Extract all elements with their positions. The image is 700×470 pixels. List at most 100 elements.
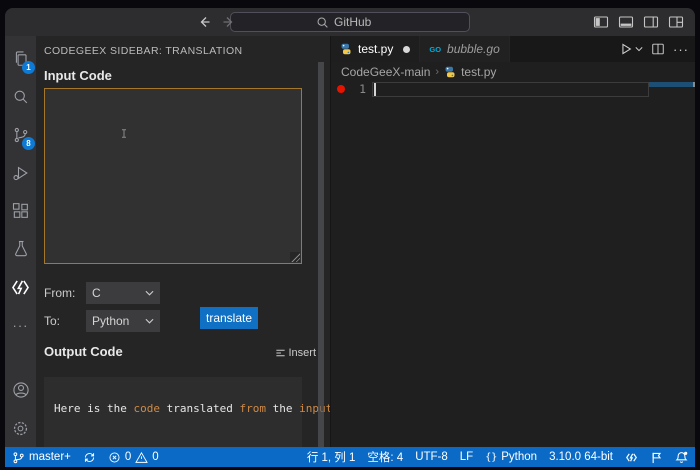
output-token: the	[265, 402, 300, 415]
to-value: Python	[92, 314, 130, 328]
insert-icon	[275, 348, 286, 359]
command-center-search[interactable]	[230, 12, 470, 32]
input-code-label: Input Code	[44, 68, 112, 83]
codegeex-status[interactable]	[625, 451, 638, 464]
translate-button[interactable]: translate	[200, 307, 258, 329]
vscode-window: 1 8	[5, 8, 695, 467]
activity-bar: 1 8 ···	[5, 36, 36, 447]
breadcrumb-separator: ›	[435, 66, 440, 78]
input-code-textarea[interactable]	[45, 89, 301, 263]
git-branch-icon	[12, 451, 25, 464]
output-token-keyword: from	[239, 402, 266, 415]
go-icon: GO	[429, 44, 442, 54]
sidebar-title: CODEGEEX SIDEBAR: TRANSLATION	[44, 45, 243, 57]
gear-icon	[11, 419, 30, 438]
current-line-highlight[interactable]	[372, 82, 649, 97]
encoding-status[interactable]: UTF-8	[415, 451, 448, 463]
eol-status[interactable]: LF	[460, 451, 473, 463]
error-icon	[108, 451, 121, 464]
tab-test-py[interactable]: test.py	[331, 36, 421, 62]
output-token: Here is the	[54, 402, 134, 415]
more-actions-icon[interactable]: ···	[673, 42, 689, 57]
feedback-status[interactable]	[650, 451, 663, 464]
bell-icon	[675, 451, 688, 464]
scrollbar-decoration[interactable]	[649, 82, 693, 87]
extensions-icon	[11, 201, 31, 221]
breakpoint-icon[interactable]	[337, 85, 345, 93]
indentation-status[interactable]: 空格: 4	[367, 449, 403, 465]
back-icon[interactable]	[197, 14, 213, 30]
breadcrumb-file[interactable]: test.py	[461, 65, 496, 79]
explorer-badge: 1	[22, 61, 35, 74]
codegeex-icon	[625, 451, 638, 464]
account-icon	[11, 380, 31, 400]
chevron-down-icon	[145, 290, 154, 296]
more-activity-button[interactable]: ···	[5, 306, 36, 344]
output-code-area[interactable]: Here is the code translated from the inp…	[44, 377, 332, 447]
editor-group: test.py GO bubble.go ··· CodeGeeX-main ›…	[330, 36, 695, 447]
modified-dot-icon[interactable]	[403, 45, 411, 53]
ellipsis-icon: ···	[12, 317, 29, 333]
sidebar-scrollbar[interactable]	[318, 62, 324, 447]
customize-layout-icon[interactable]	[667, 13, 685, 31]
sync-status[interactable]	[83, 451, 96, 464]
codegeex-sidebar-panel: CODEGEEX SIDEBAR: TRANSLATION Input Code…	[36, 36, 332, 447]
breadcrumb-folder[interactable]: CodeGeeX-main	[341, 65, 430, 79]
notifications-status[interactable]	[675, 451, 688, 464]
source-control-badge: 8	[22, 137, 35, 150]
language-mode-status[interactable]: {} Python	[485, 451, 537, 463]
editor-caret	[374, 83, 376, 96]
split-editor-icon[interactable]	[651, 42, 665, 56]
cursor-position-status[interactable]: 行 1, 列 1	[307, 449, 356, 465]
settings-button[interactable]	[5, 409, 36, 447]
to-language-select[interactable]: Python	[86, 310, 160, 332]
python-interpreter-status[interactable]: 3.10.0 64-bit	[549, 451, 613, 463]
output-token: translated	[159, 402, 240, 415]
python-icon	[340, 43, 352, 55]
from-language-select[interactable]: C	[86, 282, 160, 304]
warning-icon	[135, 451, 149, 464]
chevron-down-icon	[145, 318, 154, 324]
output-token-keyword: input	[299, 402, 333, 415]
text-cursor	[121, 129, 127, 138]
output-token-keyword: code	[133, 402, 160, 415]
toggle-secondary-sidebar-icon[interactable]	[642, 13, 660, 31]
tab-label: bubble.go	[447, 42, 500, 56]
status-bar: master+ 0 0 行 1, 列 1 空格: 4 UTF-8 LF {} P…	[5, 447, 695, 467]
run-debug-activity-button[interactable]	[5, 154, 36, 192]
toggle-sidebar-icon[interactable]	[592, 13, 610, 31]
codegeex-icon	[10, 277, 31, 298]
search-input[interactable]	[334, 15, 384, 29]
output-code-label: Output Code	[44, 344, 123, 359]
to-label: To:	[44, 314, 61, 328]
tab-label: test.py	[358, 42, 394, 56]
sync-icon	[83, 451, 96, 464]
extensions-activity-button[interactable]	[5, 192, 36, 230]
forward-icon[interactable]	[220, 14, 236, 30]
from-row: From: C	[44, 282, 160, 304]
title-bar	[5, 8, 695, 36]
input-code-area	[44, 88, 302, 264]
warning-count: 0	[152, 451, 159, 463]
breadcrumb: CodeGeeX-main › test.py	[341, 62, 496, 82]
insert-button[interactable]: Insert	[275, 347, 316, 359]
error-count: 0	[124, 451, 132, 463]
branch-status[interactable]: master+	[12, 451, 71, 464]
tab-bubble-go[interactable]: GO bubble.go	[420, 36, 510, 62]
accounts-button[interactable]	[5, 371, 36, 409]
search-icon	[316, 16, 329, 29]
scrollbar-corner[interactable]	[693, 82, 695, 87]
braces-icon: {}	[485, 451, 498, 463]
from-value: C	[92, 286, 101, 300]
source-control-activity-button[interactable]: 8	[5, 116, 36, 154]
run-python-file-button[interactable]	[619, 42, 643, 56]
search-activity-button[interactable]	[5, 78, 36, 116]
resize-handle[interactable]	[290, 252, 300, 262]
testing-activity-button[interactable]	[5, 230, 36, 268]
tab-bar: test.py GO bubble.go ···	[331, 36, 695, 62]
explorer-activity-button[interactable]: 1	[5, 40, 36, 78]
problems-status[interactable]: 0 0	[108, 451, 159, 464]
toggle-panel-icon[interactable]	[617, 13, 635, 31]
codegeex-activity-button[interactable]	[5, 268, 36, 306]
line-number: 1	[359, 82, 366, 96]
